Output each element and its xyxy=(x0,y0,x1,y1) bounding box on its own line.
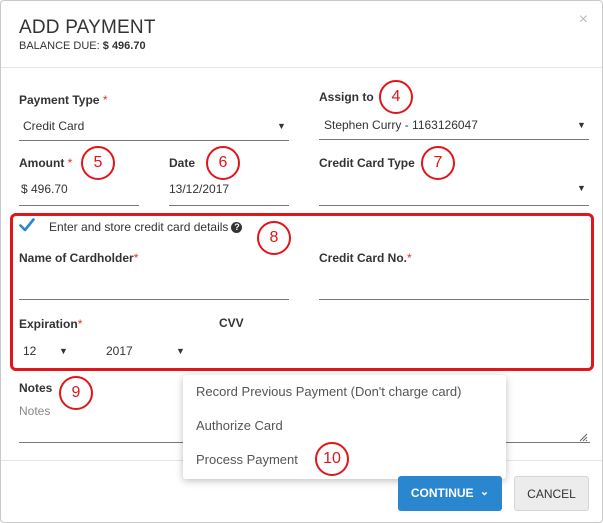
cardholder-label-text: Name of Cardholder xyxy=(19,251,134,265)
date-label: Date xyxy=(169,156,196,170)
close-icon[interactable]: × xyxy=(579,11,588,29)
annotation-4: 4 xyxy=(379,80,413,114)
cardholder-label: Name of Cardholder* xyxy=(19,251,138,265)
required-marker: * xyxy=(407,251,412,265)
cancel-button[interactable]: CANCEL xyxy=(514,476,589,511)
expiration-month-select[interactable]: 12 xyxy=(23,344,36,358)
expiration-year-select[interactable]: 2017 xyxy=(106,344,133,358)
menu-item-record-previous-payment[interactable]: Record Previous Payment (Don't charge ca… xyxy=(196,384,461,399)
annotation-5: 5 xyxy=(81,146,115,180)
required-marker: * xyxy=(67,156,73,170)
balance-due: BALANCE DUE: $ 496.70 xyxy=(19,40,146,52)
question-circle-icon[interactable]: ? xyxy=(231,222,243,234)
store-card-label-text: Enter and store credit card details xyxy=(49,220,229,234)
credit-card-type-underline xyxy=(319,205,589,206)
card-number-label-text: Credit Card No. xyxy=(319,251,408,265)
expiration-label-text: Expiration xyxy=(19,317,78,331)
add-payment-modal: ADD PAYMENT BALANCE DUE: $ 496.70 × Paym… xyxy=(0,0,603,523)
required-marker: * xyxy=(77,317,83,331)
header-divider xyxy=(1,67,602,68)
cardholder-input[interactable] xyxy=(19,277,289,297)
amount-underline xyxy=(19,205,139,206)
card-number-label: Credit Card No.* xyxy=(319,251,412,265)
date-input[interactable]: 13/12/2017 xyxy=(169,182,229,196)
required-marker: * xyxy=(133,251,139,265)
amount-input[interactable]: $ 496.70 xyxy=(21,182,68,196)
annotation-6: 6 xyxy=(206,146,240,180)
assign-to-underline xyxy=(319,139,589,140)
assign-to-select[interactable]: Stephen Curry - 1163126047 xyxy=(324,118,478,132)
continue-button[interactable]: CONTINUE ⌄ xyxy=(398,476,502,511)
modal-title: ADD PAYMENT xyxy=(19,17,156,38)
caret-down-icon: ▼ xyxy=(176,346,185,356)
date-underline xyxy=(169,205,289,206)
store-card-checkbox-label[interactable]: Enter and store credit card details? xyxy=(49,220,243,234)
balance-value: $ 496.70 xyxy=(102,40,146,52)
credit-card-type-label: Credit Card Type xyxy=(319,156,415,170)
caret-down-icon: ▼ xyxy=(577,120,586,130)
expiration-label: Expiration* xyxy=(19,317,82,331)
payment-type-underline xyxy=(19,140,289,141)
required-marker: * xyxy=(102,93,108,107)
payment-type-label-text: Payment Type xyxy=(19,93,100,107)
payment-type-label: Payment Type * xyxy=(19,93,108,107)
balance-label: BALANCE DUE: xyxy=(19,40,100,52)
payment-type-select[interactable]: Credit Card xyxy=(23,119,84,133)
amount-label-text: Amount xyxy=(19,156,65,170)
caret-down-icon: ▼ xyxy=(577,183,586,193)
annotation-8: 8 xyxy=(257,221,291,255)
annotation-10: 10 xyxy=(315,442,349,476)
cardholder-underline xyxy=(19,299,289,300)
menu-item-process-payment[interactable]: Process Payment xyxy=(196,452,298,467)
cvv-label: CVV xyxy=(219,316,244,330)
annotation-7: 7 xyxy=(421,146,455,180)
card-number-underline xyxy=(319,299,589,300)
cvv-input[interactable] xyxy=(219,341,289,359)
assign-to-label: Assign to xyxy=(319,90,374,104)
caret-down-icon: ▼ xyxy=(59,346,68,356)
checkmark-icon[interactable] xyxy=(19,218,35,232)
resize-handle-icon[interactable] xyxy=(579,433,588,442)
card-number-input[interactable] xyxy=(319,277,589,297)
amount-label: Amount * xyxy=(19,156,72,170)
continue-button-label: CONTINUE xyxy=(410,486,474,500)
menu-item-authorize-card[interactable]: Authorize Card xyxy=(196,418,283,433)
caret-down-icon: ▼ xyxy=(277,121,286,131)
notes-label: Notes xyxy=(19,381,53,395)
chevron-down-icon: ⌄ xyxy=(479,486,490,498)
